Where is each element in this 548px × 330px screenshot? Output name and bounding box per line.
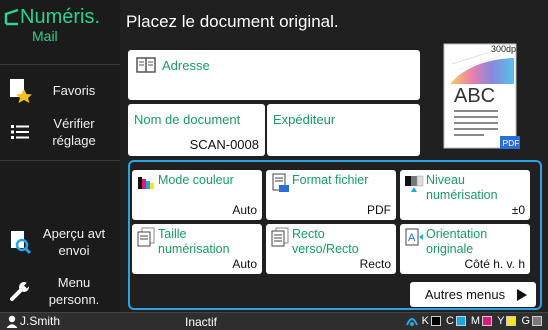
status-bar: J.Smith Inactif K C M Y G — [0, 312, 548, 330]
document-name-value: SCAN-0008 — [189, 137, 259, 152]
main-area: Placez le document original. Adresse Nom… — [120, 0, 548, 312]
document-thumbnail-icon: ABC PDF — [443, 43, 520, 149]
ink-status-icon — [405, 318, 418, 326]
document-name-field[interactable]: Nom de document SCAN-0008 — [128, 104, 265, 156]
sidebar-item-check-settings[interactable]: Vérifier réglage — [0, 112, 120, 152]
sidebar-item-label: Aperçu avt envoi — [42, 226, 106, 258]
color-mode-button[interactable]: Mode couleur Auto — [132, 170, 262, 220]
tile-label: Mode couleur — [158, 173, 234, 187]
machine-status: Inactif — [185, 315, 218, 329]
ink-levels: K C M Y G — [405, 315, 544, 327]
scan-level-icon — [405, 175, 424, 192]
dpi-label: 300dpi — [490, 44, 518, 54]
sidebar-item-favorites[interactable]: Favoris — [0, 72, 120, 108]
sidebar-item-label: Menu personn. — [48, 275, 100, 307]
tile-value: Recto — [359, 257, 391, 271]
sender-label: Expéditeur — [273, 112, 336, 127]
tile-label: Niveau numérisation — [426, 173, 498, 202]
ink-c: C — [446, 315, 468, 327]
sidebar: Numéris. Mail Favoris Vérifier réglage A… — [0, 0, 120, 312]
pdf-badge: PDF — [503, 138, 520, 148]
sidebar-item-preview[interactable]: Aperçu avt envoi — [0, 222, 120, 262]
sidebar-item-custom-menu[interactable]: Menu personn. — [0, 272, 120, 310]
arrow-right-icon — [517, 288, 527, 301]
user-name: J.Smith — [20, 314, 61, 328]
page-prompt: Placez le document original. — [126, 12, 339, 31]
ink-y: Y — [497, 315, 518, 327]
duplex-button[interactable]: Recto verso/Recto Recto — [266, 224, 396, 274]
checklist-icon — [6, 118, 34, 146]
svg-text:A: A — [408, 232, 416, 244]
scan-level-button[interactable]: Niveau numérisation ±0 — [400, 170, 530, 220]
file-format-icon — [272, 173, 289, 192]
ink-m: M — [471, 315, 494, 327]
favorites-icon — [6, 76, 34, 104]
scan-mode-header[interactable]: Numéris. Mail — [0, 0, 120, 60]
mode-selector-icon — [4, 8, 19, 26]
tile-label: Taille numérisation — [158, 227, 230, 256]
address-label: Adresse — [162, 58, 210, 73]
tile-value: Côté h. v. h — [464, 257, 525, 271]
duplex-icon — [271, 227, 289, 247]
more-menus-button[interactable]: Autres menus — [410, 282, 536, 307]
tile-value: Auto — [232, 257, 257, 271]
scan-size-icon — [137, 227, 155, 247]
tile-value: PDF — [367, 203, 391, 217]
preview-doc-text: ABC — [454, 85, 495, 107]
color-mode-icon — [138, 177, 154, 189]
address-field[interactable]: Adresse — [128, 50, 420, 100]
tile-label: Orientation originale — [426, 227, 488, 256]
document-preview: ABC PDF 300dpi — [440, 40, 522, 152]
user-info[interactable]: J.Smith — [6, 314, 60, 328]
document-name-label: Nom de document — [134, 112, 241, 127]
user-icon — [6, 315, 18, 328]
sidebar-item-label: Favoris — [52, 82, 96, 98]
divider — [0, 160, 120, 161]
scan-size-button[interactable]: Taille numérisation Auto — [132, 224, 262, 274]
preview-icon — [6, 228, 34, 256]
orientation-icon: A — [405, 228, 423, 246]
tile-label: Format fichier — [292, 173, 369, 187]
wrench-icon — [6, 277, 34, 305]
mode-title: Numéris. — [20, 6, 101, 28]
divider — [0, 64, 120, 65]
tile-value: Auto — [232, 203, 257, 217]
more-menus-label: Autres menus — [424, 287, 506, 302]
tile-label: Recto verso/Recto — [292, 227, 359, 256]
scan-settings-panel: Mode couleur Auto Format fichier PDF Niv… — [128, 160, 542, 310]
mode-subtitle: Mail — [32, 28, 58, 44]
ink-g: G — [521, 315, 544, 327]
sender-field[interactable]: Expéditeur — [267, 104, 420, 156]
sidebar-item-label: Vérifier réglage — [52, 116, 96, 148]
ink-k: K — [422, 315, 443, 327]
file-format-button[interactable]: Format fichier PDF — [266, 170, 396, 220]
address-book-icon — [136, 57, 156, 73]
orientation-button[interactable]: A Orientation originale Côté h. v. h — [400, 224, 530, 274]
tile-value: ±0 — [511, 203, 525, 217]
